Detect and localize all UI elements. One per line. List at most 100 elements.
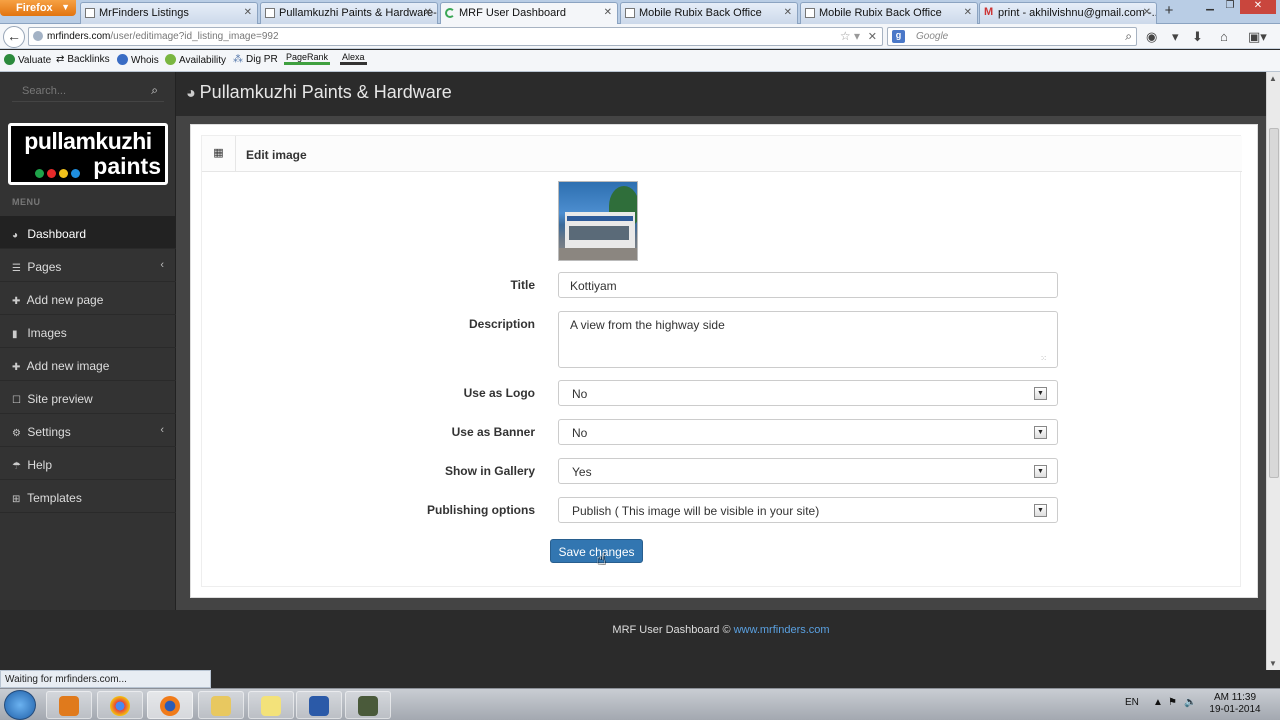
firefox-icon bbox=[160, 696, 180, 716]
whois-icon bbox=[117, 54, 128, 65]
page-icon bbox=[805, 8, 815, 18]
sidebar-item-templates[interactable]: ⊞ Templates bbox=[0, 480, 176, 513]
sidebar-item-pages[interactable]: ☰ Pages ‹ bbox=[0, 249, 176, 282]
show-hidden-icons[interactable]: ▲ bbox=[1153, 697, 1163, 708]
logo-dot-yellow bbox=[59, 169, 68, 178]
logo-dot-red bbox=[47, 169, 56, 178]
close-window-icon[interactable]: ✕ bbox=[1240, 0, 1276, 14]
scroll-down-icon[interactable]: ▼ bbox=[1269, 659, 1277, 668]
taskbar-firefox[interactable] bbox=[147, 691, 193, 719]
sidebar-item-site-preview[interactable]: ☐ Site preview bbox=[0, 381, 176, 414]
tab-mobile-rubix-1[interactable]: Mobile Rubix Back Office ✕ bbox=[620, 2, 798, 24]
description-textarea[interactable]: A view from the highway side ⁙ bbox=[558, 311, 1058, 368]
new-tab-button[interactable]: + bbox=[1157, 2, 1181, 22]
scroll-up-icon[interactable]: ▲ bbox=[1269, 74, 1277, 83]
dropdown-icon[interactable]: ▾ bbox=[1172, 29, 1179, 45]
bookmark-whois[interactable]: Whois bbox=[117, 54, 159, 66]
image-thumbnail[interactable] bbox=[558, 181, 638, 261]
search-bar[interactable]: g Google ⌕ bbox=[887, 27, 1137, 46]
language-indicator[interactable]: EN bbox=[1125, 697, 1139, 708]
back-button[interactable]: ← bbox=[3, 26, 25, 48]
speaker-icon[interactable]: 🔈 bbox=[1184, 697, 1196, 708]
minimize-icon[interactable]: ▁ bbox=[1200, 0, 1220, 14]
chevron-left-icon: ‹ bbox=[160, 259, 164, 271]
tab-pullamkuzhi[interactable]: Pullamkuzhi Paints & Hardware-... ✕ bbox=[260, 2, 438, 24]
edit-image-card: ▦ Edit image Title Kottiyam Description … bbox=[190, 124, 1258, 598]
gear-icon: ⚙ bbox=[12, 428, 21, 439]
sidebar-item-help[interactable]: ☂ Help bbox=[0, 447, 176, 480]
restore-icon[interactable]: ❐ bbox=[1220, 0, 1240, 14]
taskbar-recorder[interactable] bbox=[345, 691, 391, 719]
availability-icon bbox=[165, 54, 176, 65]
close-icon[interactable]: ✕ bbox=[964, 7, 972, 18]
umbrella-icon: ☂ bbox=[12, 461, 21, 472]
close-icon[interactable]: ✕ bbox=[424, 7, 432, 18]
sidebar-search-input[interactable]: Search... ⌕ bbox=[12, 80, 164, 102]
tab-mrfinders-listings[interactable]: MrFinders Listings ✕ bbox=[80, 2, 258, 24]
valuate-icon bbox=[4, 54, 15, 65]
start-button[interactable] bbox=[4, 690, 36, 720]
page-title: ◕ Pullamkuzhi Paints & Hardware bbox=[186, 82, 452, 102]
plus-icon: ✚ bbox=[12, 296, 21, 307]
bookmark-pagerank[interactable]: PageRank bbox=[284, 52, 331, 65]
taskbar-word[interactable] bbox=[296, 691, 342, 719]
stop-icon[interactable]: ✕ bbox=[868, 30, 877, 43]
bookmark-valuate[interactable]: Valuate bbox=[4, 54, 51, 66]
panel-header: ▦ Edit image bbox=[202, 136, 1242, 172]
addon-icon[interactable]: ◉ bbox=[1146, 29, 1157, 45]
sidebar-item-dashboard[interactable]: ◕ Dashboard bbox=[0, 216, 176, 249]
tab-gmail-print[interactable]: Mprint - akhilvishnu@gmail.com -... ✕ bbox=[979, 2, 1157, 24]
title-label: Title bbox=[510, 278, 535, 292]
downloads-icon[interactable]: ⬇ bbox=[1192, 29, 1203, 45]
description-label: Description bbox=[468, 317, 535, 331]
flag-icon[interactable]: ⚑ bbox=[1168, 697, 1177, 708]
scrollbar-thumb[interactable] bbox=[1269, 128, 1279, 478]
use-as-banner-select[interactable]: No ▼ bbox=[558, 419, 1058, 445]
screenshot-icon[interactable]: ▣▾ bbox=[1248, 29, 1267, 45]
taskbar-explorer[interactable] bbox=[198, 691, 244, 719]
bookmark-star-icon[interactable]: ☆ ▾ bbox=[840, 29, 860, 43]
browser-tab-bar: Firefox ▼ MrFinders Listings ✕ Pullamkuzhi… bbox=[0, 0, 1280, 25]
home-icon[interactable]: ⌂ bbox=[1220, 29, 1228, 44]
close-icon[interactable]: ✕ bbox=[604, 7, 612, 18]
footer-link[interactable]: www.mrfinders.com bbox=[734, 624, 830, 636]
bookmark-backlinks[interactable]: ⇄ Backlinks bbox=[56, 54, 110, 65]
sidebar: Search... ⌕ pullamkuzhi paints MENU ◕ Da… bbox=[0, 72, 176, 610]
caret-down-icon: ▼ bbox=[61, 2, 70, 12]
taskbar-notes[interactable] bbox=[248, 691, 294, 719]
clock[interactable]: AM 11:39 19-01-2014 bbox=[1208, 692, 1262, 716]
sidebar-item-settings[interactable]: ⚙ Settings ‹ bbox=[0, 414, 176, 447]
use-as-logo-select[interactable]: No ▼ bbox=[558, 380, 1058, 406]
dropdown-arrow-icon: ▼ bbox=[1034, 465, 1047, 478]
search-icon[interactable]: ⌕ bbox=[1125, 29, 1132, 44]
sidebar-item-images[interactable]: ▮ Images bbox=[0, 315, 176, 348]
sidebar-item-add-new-image[interactable]: ✚ Add new image bbox=[0, 348, 176, 381]
sidebar-item-add-new-page[interactable]: ✚ Add new page bbox=[0, 282, 176, 315]
close-icon[interactable]: ✕ bbox=[784, 7, 792, 18]
dropdown-arrow-icon: ▼ bbox=[1034, 387, 1047, 400]
bookmark-dig-pr[interactable]: ⁂ Dig PR bbox=[233, 54, 278, 65]
tab-mrf-user-dashboard[interactable]: MRF User Dashboard ✕ bbox=[440, 2, 618, 25]
resize-grip-icon[interactable]: ⁙ bbox=[1040, 354, 1047, 363]
bookmark-alexa[interactable]: Alexa bbox=[340, 52, 367, 65]
media-player-icon bbox=[59, 696, 79, 716]
address-bar[interactable]: mrfinders.com/user/editimage?id_listing_… bbox=[28, 27, 883, 46]
google-icon[interactable]: g bbox=[892, 30, 905, 43]
title-input[interactable]: Kottiyam bbox=[558, 272, 1058, 298]
close-icon[interactable]: ✕ bbox=[1143, 7, 1151, 18]
taskbar-chrome[interactable] bbox=[97, 691, 143, 719]
show-in-gallery-select[interactable]: Yes ▼ bbox=[558, 458, 1058, 484]
firefox-menu-button[interactable]: Firefox ▼ bbox=[0, 0, 76, 16]
publishing-options-select[interactable]: Publish ( This image will be visible in … bbox=[558, 497, 1058, 523]
search-icon[interactable]: ⌕ bbox=[151, 83, 158, 98]
loading-icon bbox=[445, 8, 455, 18]
page-icon bbox=[265, 8, 275, 18]
network-icon: ⁂ bbox=[233, 54, 243, 65]
taskbar-media-player[interactable] bbox=[46, 691, 92, 719]
show-in-gallery-label: Show in Gallery bbox=[444, 464, 535, 478]
bookmark-availability[interactable]: Availability bbox=[165, 54, 226, 66]
page-scrollbar[interactable]: ▲ ▼ bbox=[1266, 72, 1280, 670]
close-icon[interactable]: ✕ bbox=[244, 7, 252, 18]
tab-mobile-rubix-2[interactable]: Mobile Rubix Back Office ✕ bbox=[800, 2, 978, 24]
site-logo[interactable]: pullamkuzhi paints bbox=[8, 123, 168, 185]
